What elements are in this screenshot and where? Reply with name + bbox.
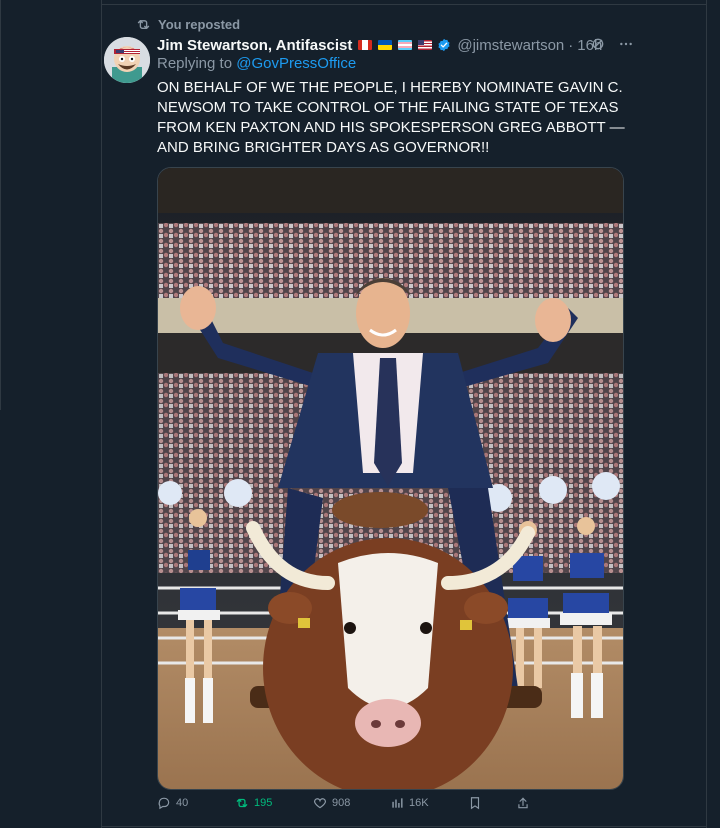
verified-badge-icon — [438, 38, 450, 52]
divider — [101, 4, 707, 5]
tweet-text: ON BEHALF OF WE THE PEOPLE, I HEREBY NOM… — [157, 79, 625, 156]
heart-icon — [314, 798, 326, 809]
repost-label: You reposted — [158, 16, 241, 32]
canada-flag-icon — [358, 40, 373, 50]
repost-count: 195 — [254, 797, 273, 809]
views-button[interactable]: 16K — [390, 796, 429, 810]
trans-flag-icon — [398, 40, 413, 50]
author-name[interactable]: Jim Stewartson, Antifascist — [157, 37, 352, 54]
column-border-left — [101, 0, 102, 828]
tweet-page: You reposted Jim Stewartson, Antifascist — [0, 0, 720, 828]
reply-icon — [158, 797, 170, 810]
more-options-icon[interactable] — [618, 36, 634, 52]
tweet-actions: 40 195 908 16K — [157, 796, 537, 816]
us-flag-icon — [418, 40, 433, 50]
tweet-image[interactable] — [157, 167, 624, 790]
reply-target-link[interactable]: @GovPressOffice — [236, 55, 356, 72]
separator-dot: · — [568, 36, 574, 54]
repost-icon — [137, 19, 150, 29]
bookmark-button[interactable] — [468, 796, 482, 810]
reply-context: Replying to @GovPressOffice — [157, 55, 356, 72]
repost-button[interactable]: 195 — [235, 796, 272, 810]
share-icon — [518, 797, 528, 809]
divider — [0, 0, 1, 410]
share-button[interactable] — [516, 796, 530, 810]
views-count: 16K — [409, 797, 429, 809]
tweet-header: Jim Stewartson, Antifascist @jimstewarts… — [157, 34, 627, 56]
repost-icon — [236, 798, 248, 808]
views-icon — [392, 798, 403, 808]
reply-button[interactable]: 40 — [157, 796, 188, 810]
column-border-right — [706, 0, 707, 828]
avatar[interactable] — [104, 37, 150, 83]
grok-icon[interactable] — [590, 36, 606, 52]
divider — [101, 826, 707, 827]
header-actions — [590, 36, 634, 52]
author-handle[interactable]: @jimstewartson — [457, 37, 564, 54]
repost-indicator: You reposted — [136, 15, 240, 33]
bookmark-icon — [470, 797, 480, 810]
like-button[interactable]: 908 — [313, 796, 350, 810]
reply-prefix: Replying to — [157, 55, 233, 72]
like-count: 908 — [332, 797, 351, 809]
ukraine-flag-icon — [378, 40, 393, 50]
reply-count: 40 — [176, 797, 189, 809]
